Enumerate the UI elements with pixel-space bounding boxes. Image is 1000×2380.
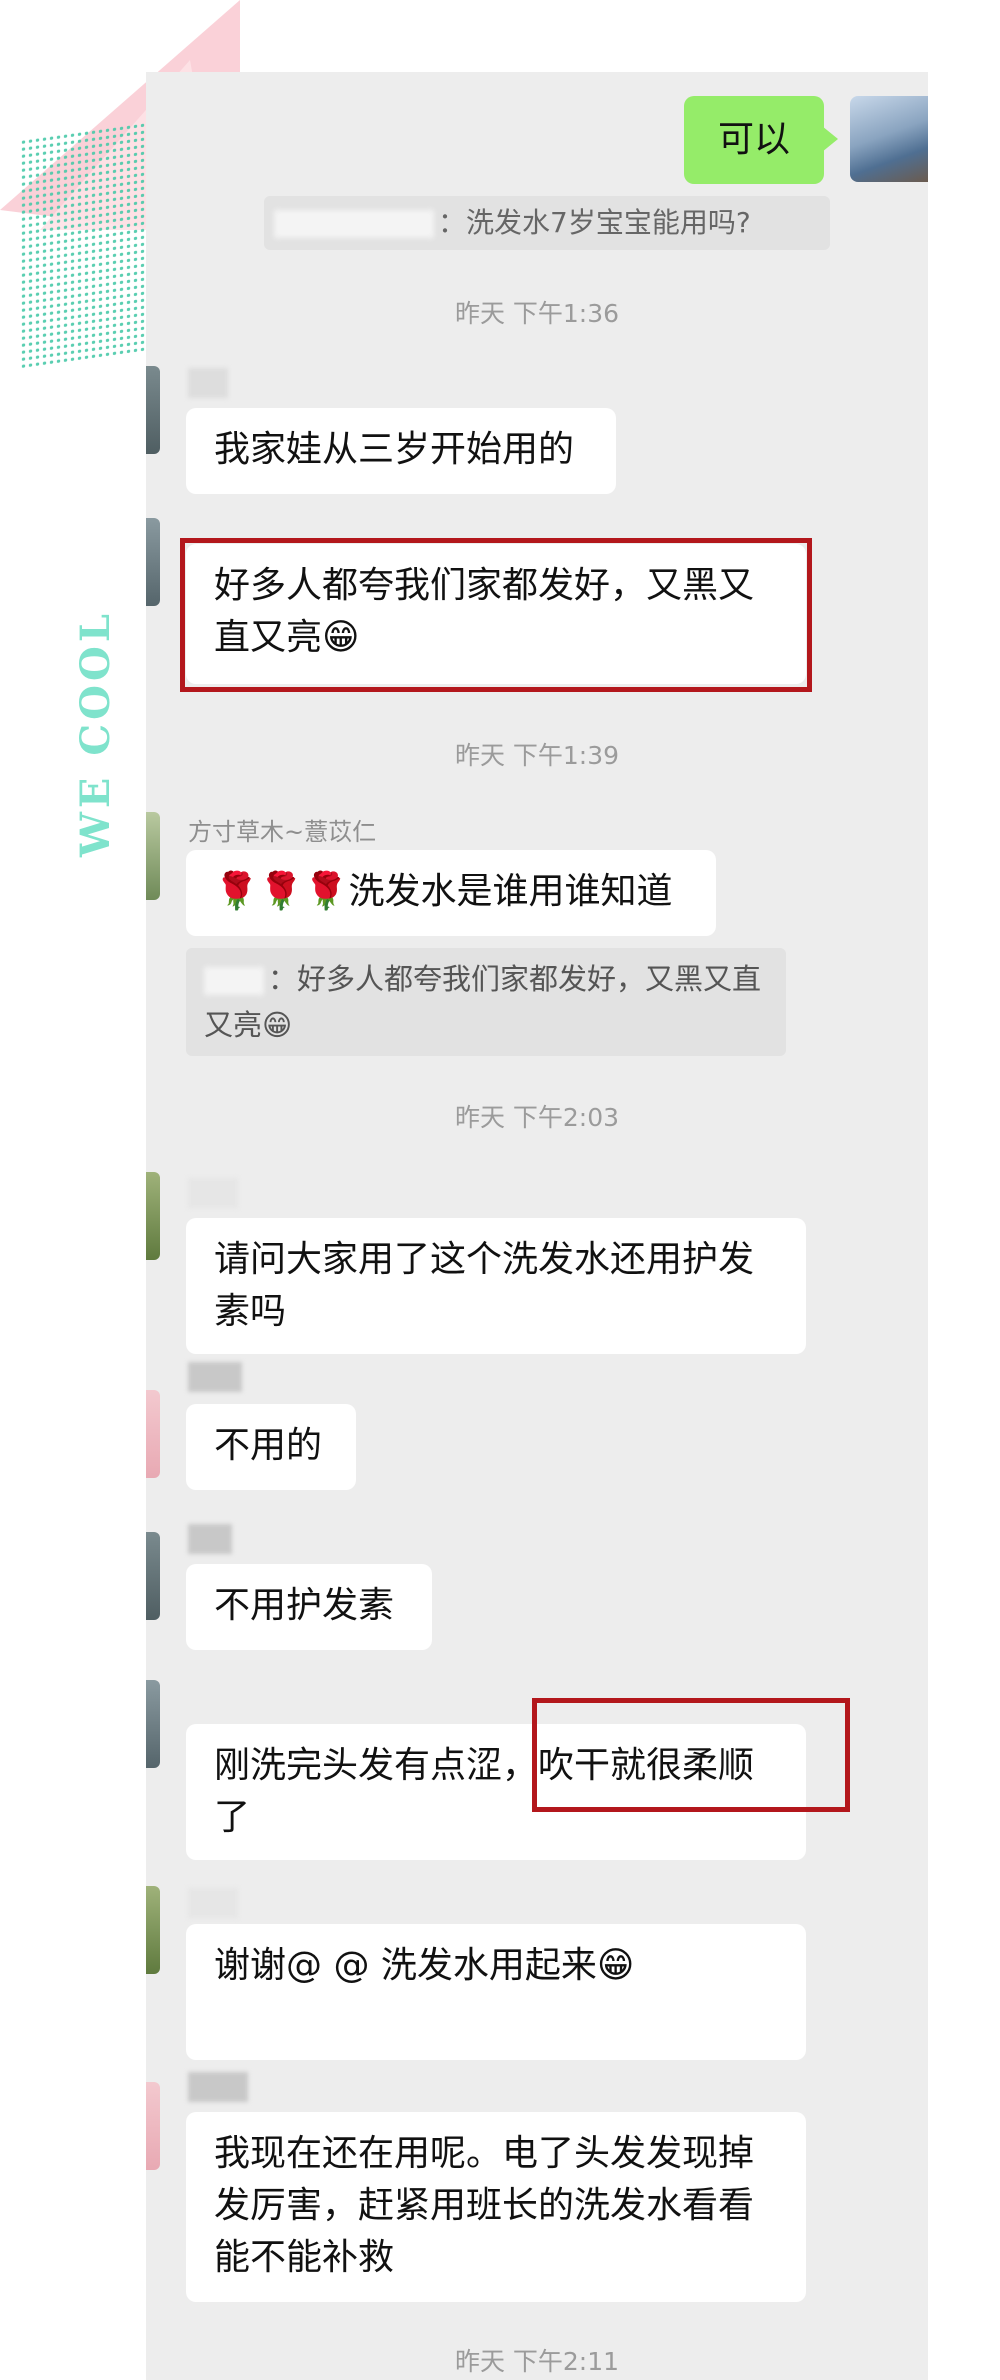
message-bubble[interactable]: 不用的 — [186, 1404, 356, 1490]
timestamp: 昨天 下午1:36 — [454, 299, 620, 328]
avatar[interactable] — [146, 2082, 160, 2170]
avatar[interactable] — [146, 366, 160, 454]
timestamp: 昨天 下午2:11 — [454, 2347, 620, 2376]
avatar[interactable] — [146, 1532, 160, 1620]
self-bubble[interactable]: 可以 — [683, 96, 839, 184]
avatar[interactable] — [146, 1172, 160, 1260]
message-bubble[interactable]: 刚洗完头发有点涩，吹干就很柔顺了 — [186, 1724, 806, 1860]
message-bubble[interactable]: 我现在还在用呢。电了头发发现掉发厉害，赶紧用班长的洗发水看看能不能补救 — [186, 2112, 806, 2302]
message-bubble[interactable]: 🌹🌹🌹洗发水是谁用谁知道 — [186, 850, 716, 936]
avatar[interactable] — [146, 812, 160, 900]
sender-name — [188, 1178, 238, 1208]
sender-name — [188, 1362, 242, 1392]
quoted-message[interactable]: ：好多人都夸我们家都发好，又黑又直又亮😁 — [186, 948, 786, 1056]
decorative-dot-pattern — [20, 120, 150, 370]
self-avatar[interactable] — [850, 96, 928, 182]
timestamp: 昨天 下午2:03 — [454, 1103, 620, 1132]
sender-name: 方寸草木~薏苡仁 — [188, 818, 377, 846]
self-message[interactable]: 可以 — [683, 96, 928, 186]
sender-name — [188, 2072, 248, 2102]
message-bubble[interactable]: 不用护发素 — [186, 1564, 432, 1650]
timestamp: 昨天 下午1:39 — [454, 741, 620, 770]
sender-name — [188, 1524, 232, 1554]
sender-name — [188, 1888, 238, 1918]
message-bubble[interactable]: 好多人都夸我们家都发好，又黑又直又亮😁 — [186, 544, 806, 684]
message-bubble[interactable]: 请问大家用了这个洗发水还用护发素吗 — [186, 1218, 806, 1354]
message-bubble[interactable]: 谢谢@ @ 洗发水用起来😁 — [186, 1924, 806, 2060]
avatar[interactable] — [146, 1680, 160, 1768]
blurred-name — [274, 210, 434, 238]
message-bubble[interactable]: 我家娃从三岁开始用的 — [186, 408, 616, 494]
blurred-name — [204, 967, 264, 995]
avatar[interactable] — [146, 1390, 160, 1478]
quoted-message[interactable]: ：洗发水7岁宝宝能用吗? — [264, 196, 830, 250]
sender-name — [188, 368, 228, 398]
avatar[interactable] — [146, 518, 160, 606]
avatar[interactable] — [146, 1886, 160, 1974]
chat-area[interactable]: 可以 ：洗发水7岁宝宝能用吗? 昨天 下午1:36 我家娃从三岁开始用的 好多人… — [146, 72, 928, 2380]
decorative-we-cool-text: WE COOL — [72, 610, 119, 857]
